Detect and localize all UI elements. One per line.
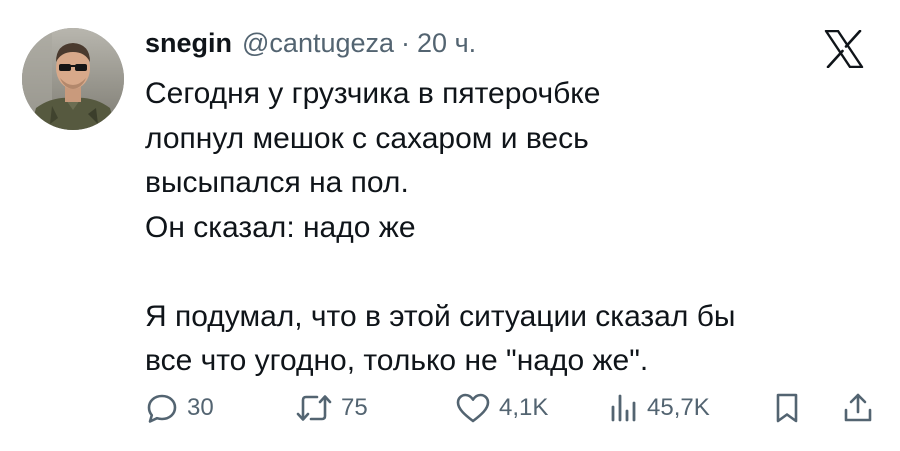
avatar-photo (22, 28, 124, 130)
tweet-line: лопнул мешок с сахаром и весь (145, 121, 589, 155)
repost-icon (295, 391, 333, 425)
tweet-line: высыпался на пол. (145, 166, 409, 199)
avatar[interactable] (22, 28, 124, 130)
reply-icon (145, 391, 179, 425)
views-button[interactable]: 45,7K (609, 388, 710, 428)
share-icon (842, 391, 874, 425)
bookmark-button[interactable] (772, 388, 802, 428)
reply-button[interactable]: 30 (145, 388, 214, 428)
action-bar: 30 75 4,1K 45,7K (145, 388, 880, 428)
user-handle[interactable]: @cantugeza (242, 28, 394, 59)
user-name[interactable]: snegin (145, 28, 232, 59)
tweet-line: Он сказал: надо же (145, 210, 416, 244)
like-button[interactable]: 4,1K (455, 388, 548, 428)
repost-button[interactable]: 75 (295, 388, 368, 428)
share-button[interactable] (842, 388, 874, 428)
heart-icon (455, 391, 491, 425)
repost-count: 75 (341, 394, 368, 421)
views-icon (609, 391, 639, 425)
tweet-card: snegin @cantugeza · 20 ч. Сегодня у груз… (0, 0, 900, 451)
tweet-line: все что угодно, только не "надо же". (145, 344, 649, 377)
tweet-text: Сегодня у грузчика в пятерочбке лопнул м… (145, 72, 865, 384)
tweet-header: snegin @cantugeza · 20 ч. (145, 28, 476, 64)
timestamp[interactable]: 20 ч. (417, 28, 476, 59)
reply-count: 30 (187, 394, 214, 421)
like-count: 4,1K (499, 394, 549, 421)
views-count: 45,7K (647, 394, 710, 421)
separator-dot: · (401, 28, 411, 58)
bookmark-icon (772, 391, 802, 425)
x-logo-icon[interactable] (824, 29, 864, 69)
tweet-line: Я подумал, что в этой ситуации сказал бы (145, 299, 736, 333)
tweet-line: Сегодня у грузчика в пятерочбке (145, 77, 601, 110)
